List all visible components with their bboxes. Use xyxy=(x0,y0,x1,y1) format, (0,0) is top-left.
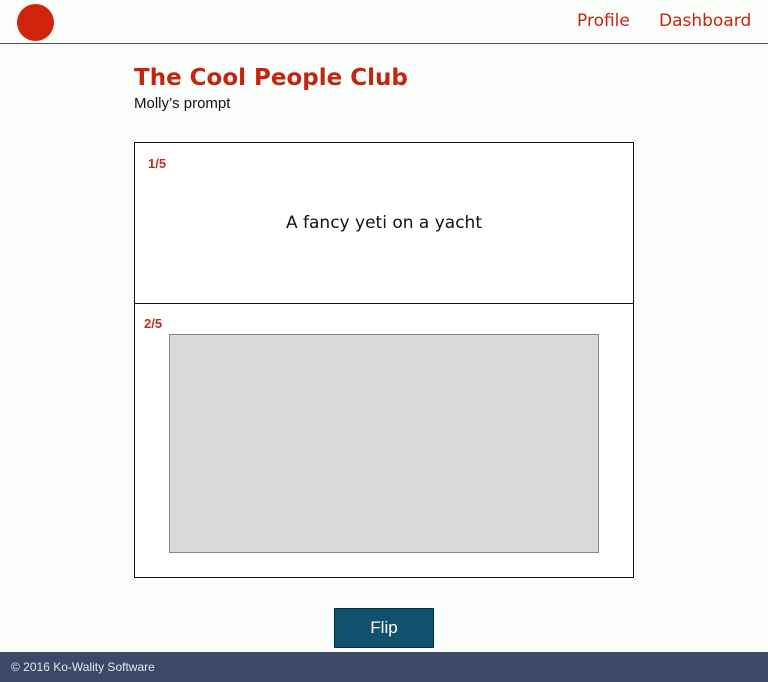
top-nav-bar: Profile Dashboard xyxy=(0,0,768,44)
copyright-text: © 2016 Ko-Wality Software xyxy=(11,660,155,674)
step-counter: 2/5 xyxy=(144,316,163,331)
flip-button[interactable]: Flip xyxy=(334,608,434,648)
page-subtitle: Molly’s prompt xyxy=(134,95,231,112)
logo-circle-icon[interactable] xyxy=(17,4,54,41)
drawing-card: 2/5 xyxy=(134,303,634,578)
nav-profile-link[interactable]: Profile xyxy=(577,11,630,31)
prompt-card: 1/5 A fancy yeti on a yacht xyxy=(134,142,634,304)
prompt-text: A fancy yeti on a yacht xyxy=(286,213,482,233)
footer: © 2016 Ko-Wality Software xyxy=(0,652,768,682)
nav-dashboard-link[interactable]: Dashboard xyxy=(659,11,751,31)
page-title: The Cool People Club xyxy=(134,65,408,91)
step-counter: 1/5 xyxy=(148,156,167,171)
drawing-image-placeholder xyxy=(169,334,599,553)
